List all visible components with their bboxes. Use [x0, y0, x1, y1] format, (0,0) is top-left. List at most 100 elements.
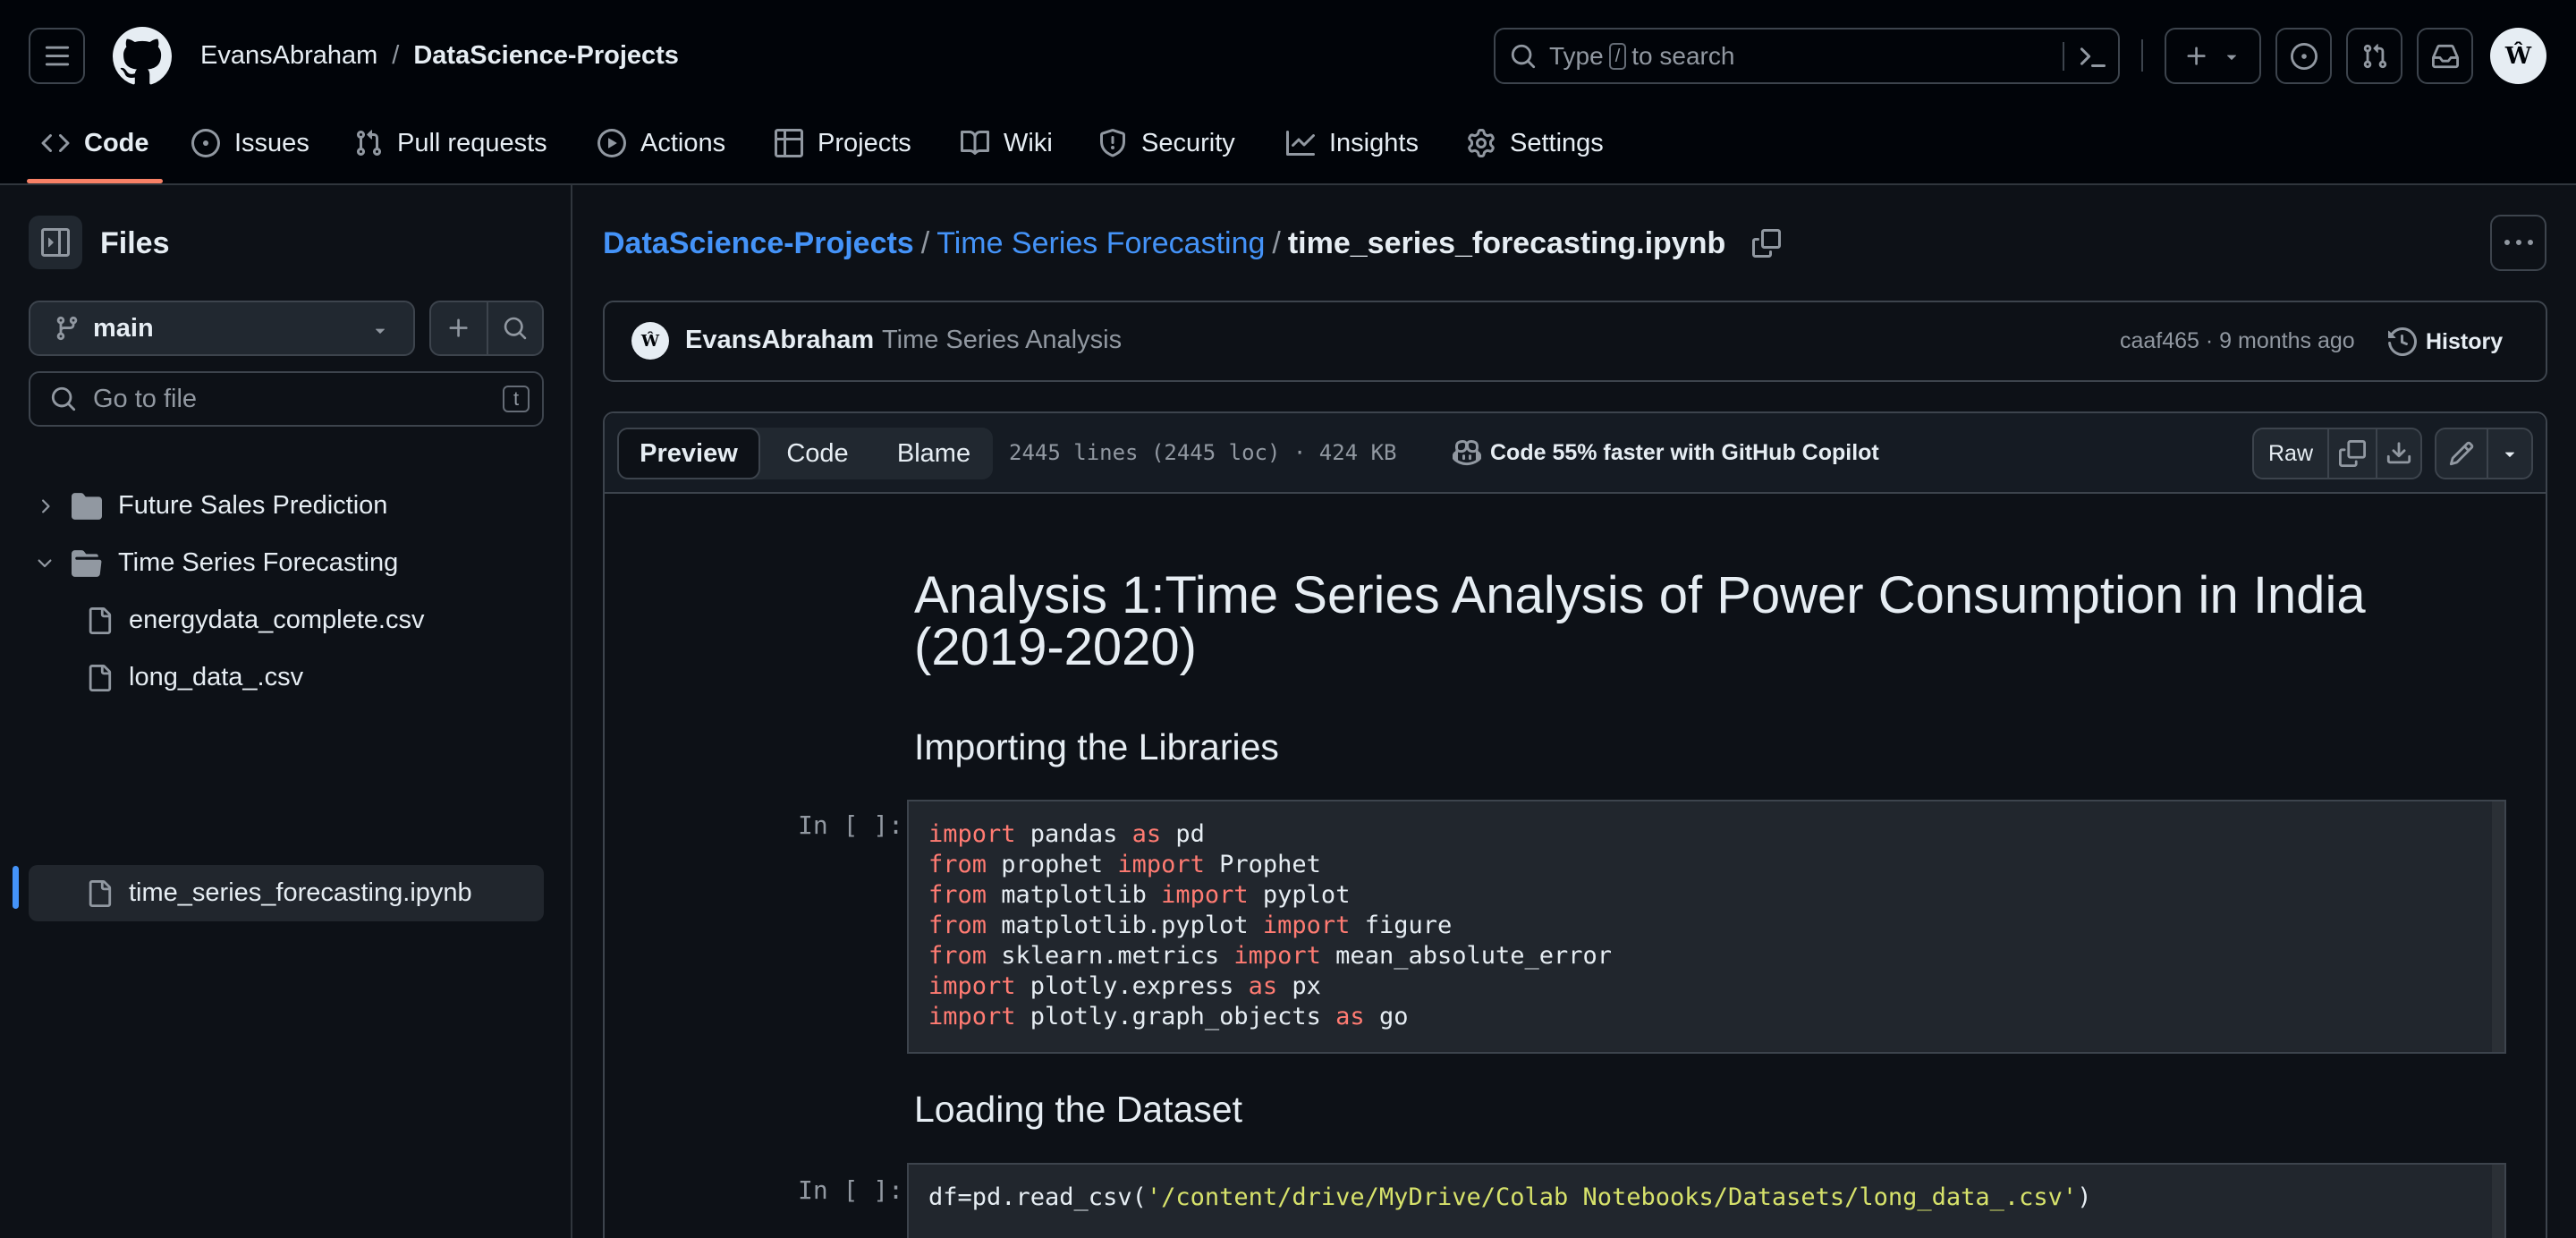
edit-options-button[interactable] — [2488, 429, 2531, 478]
code-keyword: import — [1262, 912, 1351, 939]
breadcrumb-folder-link[interactable]: Time Series Forecasting — [936, 226, 1265, 261]
commit-message[interactable]: Time Series Analysis — [882, 326, 1122, 355]
tab-pull-requests-label: Pull requests — [397, 128, 547, 157]
file-icon — [89, 606, 112, 634]
file-tree-sidebar: Files main Go to file t Future Sales Pre… — [0, 185, 572, 1238]
code-line: from matplotlib import pyplot — [909, 880, 2492, 911]
raw-actions-group: Raw — [2252, 428, 2422, 479]
tab-insights[interactable]: Insights — [1286, 123, 1419, 163]
tab-preview[interactable]: Preview — [617, 428, 760, 479]
code-cell-load[interactable]: df=pd.read_csv('/content/drive/MyDrive/C… — [907, 1163, 2506, 1238]
history-label: History — [2426, 328, 2504, 354]
collapse-sidebar-button[interactable] — [29, 216, 82, 269]
issue-opened-icon — [2290, 42, 2318, 70]
tree-item-label: time_series_forecasting.ipynb — [129, 878, 472, 907]
raw-button[interactable]: Raw — [2254, 429, 2327, 478]
breadcrumb-repo-link[interactable]: DataScience-Projects — [603, 226, 914, 261]
tree-folder-time-series[interactable]: Time Series Forecasting — [29, 535, 544, 591]
menu-button[interactable] — [29, 28, 85, 84]
tree-item-label: energydata_complete.csv — [129, 606, 425, 634]
tab-pull-requests[interactable]: Pull requests — [354, 123, 547, 163]
header-divider — [2141, 39, 2143, 72]
github-logo-icon[interactable] — [113, 27, 172, 86]
pull-requests-shortcut-button[interactable] — [2346, 28, 2402, 84]
code-text: pandas — [1015, 820, 1132, 848]
kebab-horizontal-icon — [2504, 239, 2533, 245]
search-input[interactable]: Type / to search — [1494, 28, 2120, 84]
search-files-button[interactable] — [488, 302, 542, 354]
git-pull-request-icon — [356, 130, 382, 157]
search-icon — [504, 317, 527, 340]
code-text: ) — [2077, 1183, 2092, 1211]
more-options-button[interactable] — [2490, 215, 2546, 271]
tree-folder-future-sales[interactable]: Future Sales Prediction — [29, 478, 544, 534]
copilot-link[interactable]: Code 55% faster with GitHub Copilot — [1453, 435, 1879, 471]
search-divider — [2063, 42, 2064, 71]
tab-code[interactable]: Code — [41, 123, 149, 163]
cell-scrollbar[interactable] — [2492, 801, 2504, 1052]
code-text: plotly.graph_objects — [1015, 1003, 1336, 1030]
folder-open-icon — [72, 549, 102, 577]
copilot-icon — [1453, 439, 1481, 466]
copy-path-icon[interactable] — [1752, 229, 1782, 258]
pencil-icon — [2449, 441, 2474, 466]
download-icon — [2386, 442, 2411, 464]
plus-icon — [449, 318, 468, 337]
file-stats: 2445 lines (2445 loc) · 424 KB — [1009, 440, 1397, 465]
edit-file-button[interactable] — [2436, 429, 2487, 478]
code-text: df=pd.read_csv( — [928, 1183, 1147, 1211]
cell-scrollbar[interactable] — [2492, 1165, 2504, 1238]
issues-shortcut-button[interactable] — [2275, 28, 2332, 84]
code-keyword: from — [928, 912, 987, 939]
tree-file-energydata[interactable]: energydata_complete.csv — [29, 592, 544, 649]
go-to-file-input[interactable]: Go to file t — [29, 371, 544, 427]
copy-raw-button[interactable] — [2329, 429, 2376, 478]
tab-actions-label: Actions — [640, 128, 726, 157]
code-keyword: from — [928, 942, 987, 970]
tab-settings-label: Settings — [1510, 128, 1604, 157]
tab-projects[interactable]: Projects — [775, 123, 911, 163]
tree-file-long-data[interactable]: long_data_.csv — [29, 649, 544, 706]
tab-blame[interactable]: Blame — [875, 428, 993, 479]
code-keyword: from — [928, 851, 987, 878]
avatar[interactable]: Ŵ — [2490, 28, 2546, 84]
tree-file-notebook[interactable]: time_series_forecasting.ipynb — [29, 865, 544, 921]
file-viewer: Preview Code Blame 2445 lines (2445 loc)… — [603, 411, 2547, 1238]
section-heading-imports: Importing the Libraries — [914, 726, 1279, 767]
commit-meta[interactable]: caaf465 · 9 months ago — [2120, 328, 2355, 354]
plus-icon — [2187, 47, 2206, 65]
code-text: mean_absolute_error — [1320, 942, 1613, 970]
play-icon — [597, 129, 626, 157]
shield-icon — [1100, 129, 1125, 157]
tab-security[interactable]: Security — [1098, 123, 1235, 163]
search-prefix: Type — [1549, 41, 1604, 70]
tab-actions[interactable]: Actions — [597, 123, 725, 163]
add-file-button[interactable] — [431, 302, 487, 354]
history-button[interactable]: History — [2388, 322, 2503, 361]
repo-link[interactable]: DataScience-Projects — [413, 41, 679, 71]
create-new-button[interactable] — [2165, 28, 2261, 84]
tab-wiki[interactable]: Wiki — [961, 123, 1053, 163]
command-palette-icon[interactable] — [2079, 43, 2107, 72]
inbox-button[interactable] — [2417, 28, 2473, 84]
tab-issues[interactable]: Issues — [191, 123, 309, 163]
download-raw-button[interactable] — [2377, 429, 2420, 478]
code-cell-imports[interactable]: import pandas as pd from prophet import P… — [907, 800, 2506, 1054]
code-line: import plotly.graph_objects as go — [909, 1002, 2492, 1032]
selected-file-indicator — [13, 866, 19, 909]
author-avatar[interactable]: Ŵ — [631, 322, 669, 360]
tab-settings[interactable]: Settings — [1467, 123, 1604, 163]
code-text: pd — [1161, 820, 1205, 848]
code-keyword: from — [928, 881, 987, 909]
cell-prompt: In [ ]: — [798, 810, 904, 840]
breadcrumb-file-name: time_series_forecasting.ipynb — [1287, 225, 1726, 260]
commit-author[interactable]: EvansAbraham — [685, 326, 874, 355]
code-keyword: as — [1131, 820, 1162, 848]
owner-link[interactable]: EvansAbraham — [200, 41, 377, 71]
tab-code-view[interactable]: Code — [760, 428, 875, 479]
file-icon — [89, 879, 112, 907]
table-icon — [775, 129, 803, 157]
code-line: from matplotlib.pyplot import figure — [909, 911, 2492, 941]
folder-icon — [72, 492, 102, 520]
branch-selector[interactable]: main — [29, 301, 415, 356]
